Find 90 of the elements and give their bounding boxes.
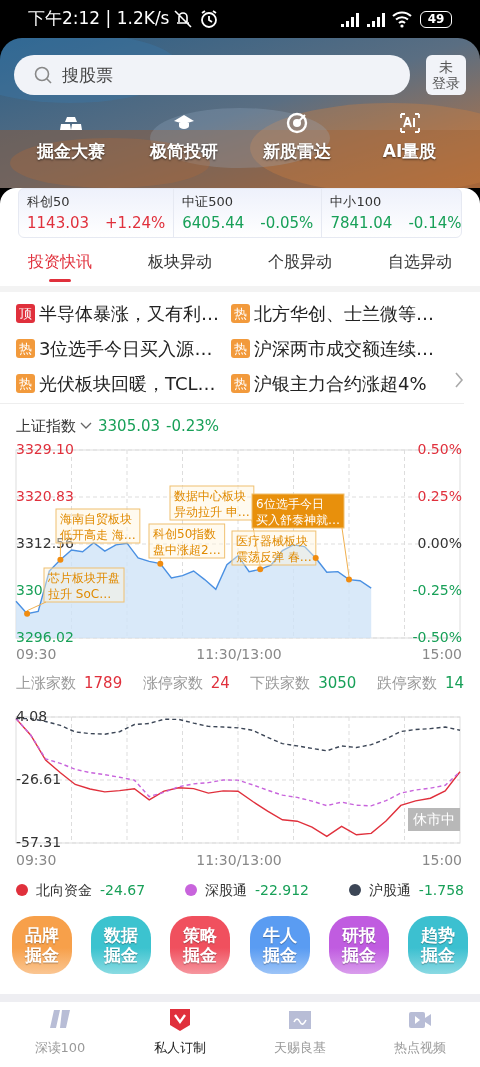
tab[interactable]: 个股异动 bbox=[240, 238, 360, 286]
axis-label: 4.08 bbox=[16, 708, 48, 724]
alarm-icon bbox=[199, 9, 220, 29]
tab[interactable]: 板块异动 bbox=[120, 238, 240, 286]
news-tag: 热 bbox=[16, 339, 35, 358]
index-name: 中证500 bbox=[182, 193, 235, 211]
search-field[interactable]: 搜股票 bbox=[14, 55, 410, 95]
legend-value: -24.67 bbox=[100, 880, 146, 900]
stat-label: 下跌家数 bbox=[250, 673, 311, 694]
chart-icon bbox=[288, 1008, 312, 1032]
nav-tab[interactable]: 热点视频 bbox=[360, 1008, 480, 1067]
index-change: -0.05% bbox=[260, 212, 314, 234]
status-badge: 休市中 bbox=[408, 808, 460, 831]
stat-value: 3050 bbox=[318, 673, 357, 694]
chart-callout: 科创50指数盘中涨超2… bbox=[148, 523, 226, 567]
bell-muted-icon bbox=[173, 9, 194, 29]
legend-value: -22.912 bbox=[254, 880, 309, 900]
status-time: 下午2:12 | 1.2K/s bbox=[28, 7, 170, 31]
axis-label: -26.61 bbox=[16, 771, 62, 787]
axis-label: 0.50% bbox=[417, 441, 462, 457]
axis-label: -0.25% bbox=[412, 582, 462, 598]
chevron-right-icon[interactable] bbox=[454, 371, 464, 389]
stat-value: 14 bbox=[444, 673, 464, 694]
news-headline[interactable]: 3位选手今日买入源… bbox=[39, 335, 213, 362]
news-headline[interactable]: 半导体暴涨，又有利… bbox=[39, 300, 219, 327]
axis-label: 3296.02 bbox=[16, 629, 74, 644]
index-selector[interactable]: 上证指数 bbox=[16, 414, 92, 438]
news-tag: 热 bbox=[231, 339, 250, 358]
index-change: -0.14% bbox=[408, 212, 462, 234]
tab[interactable]: 自选异动 bbox=[360, 238, 480, 286]
shortcut-button[interactable]: 新股雷达 bbox=[246, 111, 347, 165]
time-label: 09:30 bbox=[16, 851, 57, 870]
feature-button[interactable]: 研报掘金 bbox=[328, 916, 389, 974]
time-label: 11:30/13:00 bbox=[196, 645, 282, 664]
index-name: 中小100 bbox=[330, 193, 383, 211]
index-change: -0.23% bbox=[166, 415, 220, 437]
feature-button[interactable]: 牛人掘金 bbox=[249, 916, 310, 974]
target-icon bbox=[284, 111, 309, 135]
nav-tab[interactable]: 私人订制 bbox=[120, 1008, 240, 1067]
tab[interactable]: 投资快讯 bbox=[0, 238, 120, 286]
axis-label: 0.00% bbox=[417, 535, 462, 551]
nav-tab[interactable]: 天赐良基 bbox=[240, 1008, 360, 1067]
battery-icon: 49 bbox=[420, 10, 452, 28]
index-price: 1143.03 bbox=[27, 212, 90, 234]
stat-label: 跌停家数 bbox=[376, 673, 437, 694]
shortcut-button[interactable]: 掘金大赛 bbox=[20, 111, 121, 165]
stat-label: 上涨家数 bbox=[16, 673, 76, 694]
news-headline[interactable]: 光伏板块回暖，TCL… bbox=[39, 370, 216, 397]
login-button[interactable]: 未 登录 bbox=[426, 55, 466, 95]
axis-label: -0.50% bbox=[412, 629, 462, 644]
ai-icon bbox=[397, 111, 422, 135]
news-headline[interactable]: 沪深两市成交额连续… bbox=[254, 335, 434, 362]
stat-value: 24 bbox=[210, 673, 230, 694]
axis-label: 3320.83 bbox=[16, 488, 74, 504]
index-price: 3305.03 bbox=[98, 415, 161, 437]
axis-label: -57.31 bbox=[16, 834, 62, 850]
legend-label: 北向资金 bbox=[36, 880, 92, 900]
wifi-icon bbox=[392, 10, 412, 28]
axis-label: 0.25% bbox=[417, 488, 462, 504]
time-label: 15:00 bbox=[421, 851, 462, 870]
news-tag: 热 bbox=[16, 374, 35, 393]
index-price: 7841.04 bbox=[330, 212, 393, 234]
stat-label: 涨停家数 bbox=[142, 673, 203, 694]
news-tag: 顶 bbox=[16, 304, 35, 323]
index-price: 6405.44 bbox=[182, 212, 245, 234]
shield-icon bbox=[168, 1008, 192, 1032]
index-name: 科创50 bbox=[27, 193, 71, 211]
news-headline[interactable]: 北方华创、士兰微等… bbox=[254, 300, 434, 327]
shortcut-button[interactable]: 极简投研 bbox=[133, 111, 234, 165]
news-headline[interactable]: 沪银主力合约涨超4% bbox=[254, 370, 427, 397]
stat-value: 1789 bbox=[84, 673, 123, 694]
news-tag: 热 bbox=[231, 374, 250, 393]
legend-label: 沪股通 bbox=[368, 880, 411, 900]
search-icon bbox=[34, 66, 52, 84]
legend-label: 深股通 bbox=[204, 880, 247, 900]
axis-label: 330 bbox=[16, 582, 43, 598]
signal-icon bbox=[366, 10, 386, 28]
shortcut-button[interactable]: AI量股 bbox=[359, 111, 460, 165]
nav-tab[interactable]: 深读100 bbox=[0, 1008, 120, 1067]
news-tag: 热 bbox=[231, 304, 250, 323]
chart-callout: 医疗器械板块震荡反弹 春… bbox=[231, 530, 319, 566]
feature-button[interactable]: 策略掘金 bbox=[170, 916, 231, 974]
time-label: 15:00 bbox=[421, 645, 462, 664]
time-label: 09:30 bbox=[16, 645, 57, 664]
index-change: +1.24% bbox=[105, 212, 166, 234]
time-label: 11:30/13:00 bbox=[196, 851, 282, 870]
signal-icon bbox=[340, 10, 360, 28]
caret-icon bbox=[80, 422, 92, 430]
legend-value: -1.758 bbox=[418, 880, 464, 900]
axis-label: 3329.10 bbox=[16, 441, 74, 457]
